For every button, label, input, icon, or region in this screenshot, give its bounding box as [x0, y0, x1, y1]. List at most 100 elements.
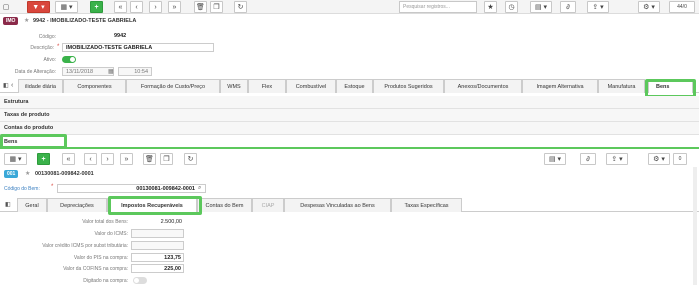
- valor-total-bens-value: 2.500,00: [160, 219, 182, 225]
- top-tabs: ◧ ‹ ilidade diária Componentes Formação …: [0, 79, 699, 93]
- tab-combustivel[interactable]: Combustível: [286, 79, 336, 93]
- search-icon[interactable]: ⌕: [198, 185, 201, 192]
- tab-geral[interactable]: Geral: [17, 198, 47, 212]
- scrollbar[interactable]: [693, 167, 697, 285]
- refresh-icon: ↻: [187, 156, 194, 163]
- required-marker: *: [51, 184, 54, 190]
- collapse-icon[interactable]: ◧: [3, 82, 9, 89]
- sub-prev-button[interactable]: ‹: [84, 153, 97, 165]
- ativo-toggle[interactable]: [62, 56, 76, 63]
- sub-settings-button[interactable]: ⚙ ▾: [648, 153, 670, 165]
- calendar-icon[interactable]: ▦: [108, 68, 114, 75]
- sub-badge: 001: [4, 170, 19, 178]
- tab-produtos-sugeridos[interactable]: Produtos Sugeridos: [373, 79, 444, 93]
- gear-icon: ⚙: [653, 156, 660, 163]
- required-marker: *: [57, 44, 60, 50]
- grid-icon: ▦: [9, 156, 17, 163]
- double-chevron-right-icon: »: [124, 155, 129, 163]
- export-button[interactable]: ⇪ ▾: [587, 1, 609, 13]
- page-counter[interactable]: 44/0: [669, 1, 695, 13]
- star-icon[interactable]: ★: [24, 17, 29, 24]
- tab-anexos[interactable]: Anexos/Documentos: [444, 79, 522, 93]
- sub-last-button[interactable]: »: [120, 153, 133, 165]
- chevron-left-icon[interactable]: ‹: [11, 82, 13, 89]
- attach-button[interactable]: ∂: [560, 1, 576, 13]
- section-estrutura[interactable]: Estrutura: [0, 96, 699, 109]
- codigo-bem-field[interactable]: 00130081-009842-0001: [57, 184, 206, 193]
- data-alteracao-label: Data de Alteração:: [14, 69, 56, 75]
- record-header: IMO ★ 9942 - IMOBILIZADO-TESTE GABRIELA: [0, 15, 699, 26]
- export-icon: ⇪: [592, 4, 599, 11]
- tab-despesas-vinculadas[interactable]: Despesas Vinculadas ao Bens: [284, 198, 391, 212]
- copy-button[interactable]: ❐: [210, 1, 223, 13]
- delete-button[interactable]: 🗑: [194, 1, 207, 13]
- section-contas-produto[interactable]: Contas do produto: [0, 122, 699, 135]
- section-bens[interactable]: Bens: [0, 136, 699, 149]
- sub-page-counter[interactable]: 0: [673, 153, 687, 165]
- filter-button[interactable]: ▼ ▾: [27, 1, 50, 13]
- chevron-left-icon: ‹: [89, 155, 92, 163]
- tab-wms[interactable]: WMS: [220, 79, 248, 93]
- settings-button[interactable]: ⚙ ▾: [638, 1, 660, 13]
- sub-copy-button[interactable]: ❐: [160, 153, 173, 165]
- trash-icon: 🗑: [196, 4, 205, 11]
- section-taxas-produto[interactable]: Taxas de produto: [0, 109, 699, 122]
- tab-taxas-especificas[interactable]: Taxas Específicas: [391, 198, 462, 212]
- refresh-button[interactable]: ↻: [234, 1, 247, 13]
- sub-attach-button[interactable]: ∂: [580, 153, 596, 165]
- tab-depreciacoes[interactable]: Depreciações: [47, 198, 107, 212]
- sub-refresh-button[interactable]: ↻: [184, 153, 197, 165]
- clock-icon: ◷: [508, 4, 515, 11]
- codigo-label: Código:: [38, 34, 56, 40]
- sub-first-button[interactable]: «: [62, 153, 75, 165]
- favorite-button[interactable]: ★: [484, 1, 497, 13]
- file-icon: ▤: [534, 4, 542, 11]
- chevron-left-icon: ‹: [135, 3, 138, 11]
- sub-toolbar: ▦ ▾ + « ‹ › » 🗑 ❐ ↻ ▤ ▾ ∂ ⇪ ▾ ⚙ ▾ 0: [0, 152, 699, 166]
- data-alteracao-field[interactable]: 13/11/2018: [62, 67, 114, 76]
- grid-view-button[interactable]: ▦ ▾: [55, 1, 78, 13]
- double-chevron-left-icon: «: [118, 3, 123, 11]
- gear-icon: ⚙: [643, 4, 650, 11]
- tab-imagem-alternativa[interactable]: Imagem Alternativa: [522, 79, 598, 93]
- sub-report-button[interactable]: ▤ ▾: [544, 153, 566, 165]
- star-icon[interactable]: ★: [25, 170, 30, 177]
- descricao-field[interactable]: IMOBILIZADO-TESTE GABRIELA: [62, 43, 214, 52]
- digitado-compra-toggle[interactable]: [133, 277, 147, 284]
- first-record-button[interactable]: «: [114, 1, 127, 13]
- report-button[interactable]: ▤ ▾: [530, 1, 552, 13]
- sub-delete-button[interactable]: 🗑: [143, 153, 156, 165]
- collapse-icon[interactable]: ◧: [5, 201, 11, 208]
- tab-componentes[interactable]: Componentes: [63, 79, 126, 93]
- sub-next-button[interactable]: ›: [101, 153, 114, 165]
- sub-export-button[interactable]: ⇪ ▾: [606, 153, 628, 165]
- valor-icms-field[interactable]: [131, 229, 184, 238]
- next-record-button[interactable]: ›: [149, 1, 162, 13]
- valor-cofins-field[interactable]: 225,00: [131, 264, 184, 273]
- timer-button[interactable]: ◷: [505, 1, 518, 13]
- paperclip-icon: ∂: [566, 3, 570, 11]
- last-record-button[interactable]: »: [168, 1, 181, 13]
- tab-contas-bem[interactable]: Contas do Bem: [197, 198, 252, 212]
- chevron-right-icon: ›: [154, 3, 157, 11]
- prev-record-button[interactable]: ‹: [130, 1, 143, 13]
- grid-icon: ▦: [60, 4, 68, 11]
- bottom-tabs: ◧ Geral Depreciações Impostos Recuperáve…: [0, 198, 699, 212]
- tab-disponibilidade[interactable]: ilidade diária: [18, 79, 63, 93]
- sub-add-button[interactable]: +: [37, 153, 50, 165]
- tab-flex[interactable]: Flex: [248, 79, 286, 93]
- valor-pis-field[interactable]: 123,75: [131, 253, 184, 262]
- valor-credito-icms-field[interactable]: [131, 241, 184, 250]
- document-icon[interactable]: ▢: [1, 1, 11, 13]
- tab-ciap[interactable]: CIAP: [252, 198, 284, 212]
- hora-field[interactable]: 10:54: [118, 67, 152, 76]
- codigo-bem-label[interactable]: Código do Bem:: [4, 186, 40, 192]
- tab-formacao-custo[interactable]: Formação de Custo/Preço: [126, 79, 220, 93]
- sub-grid-view-button[interactable]: ▦ ▾: [4, 153, 27, 165]
- add-button[interactable]: +: [90, 1, 103, 13]
- search-input[interactable]: Pesquisar registros...: [399, 1, 477, 13]
- tab-estoque[interactable]: Estoque: [336, 79, 373, 93]
- tab-manufatura[interactable]: Manufatura: [598, 79, 645, 93]
- valor-total-bens-label: Valor total dos Bens:: [82, 219, 128, 225]
- plus-icon: +: [94, 3, 99, 11]
